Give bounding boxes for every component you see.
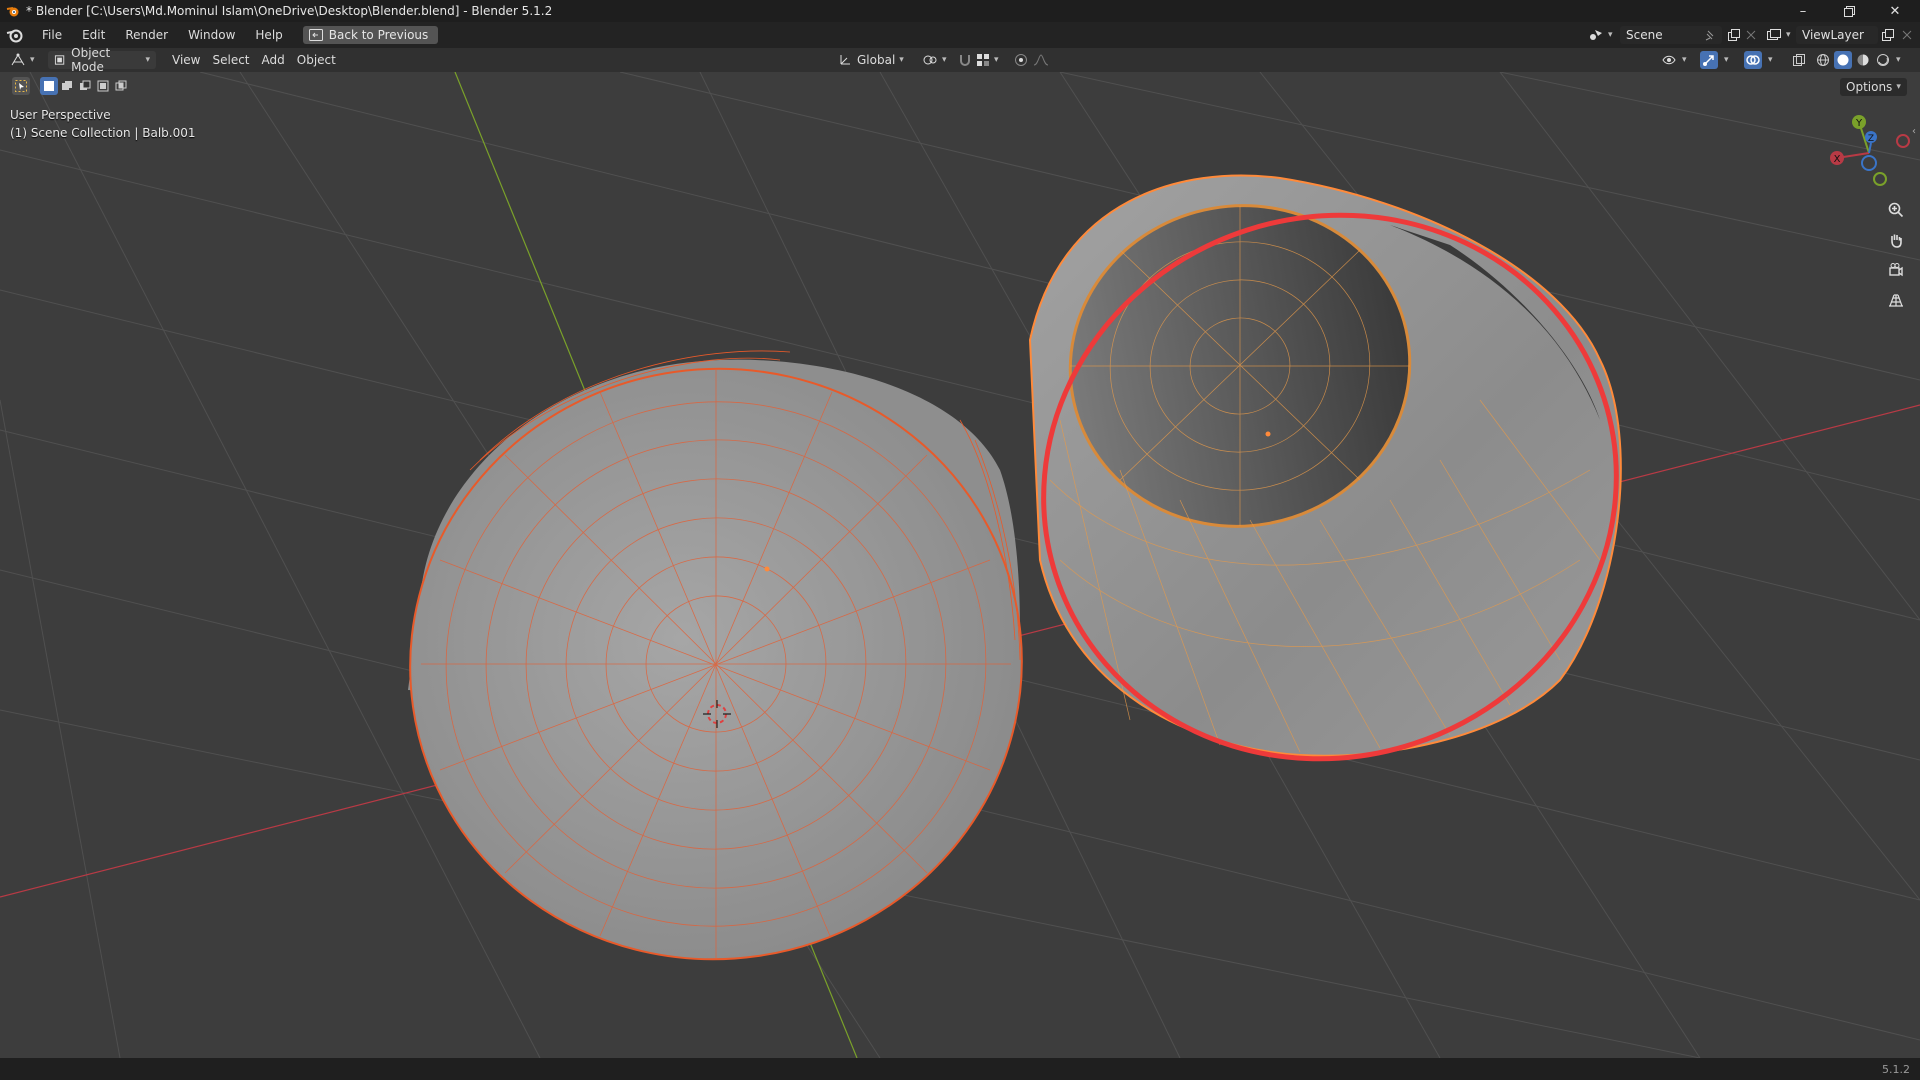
sidebar-expand-icon[interactable]: ‹ [1912, 126, 1916, 137]
status-bar: 5.1.2 [0, 1058, 1920, 1080]
3d-viewport[interactable]: User Perspective (1) Scene Collection | … [0, 72, 1920, 1058]
view-layer-field[interactable]: ViewLayer [1796, 26, 1878, 44]
version-label: 5.1.2 [1882, 1062, 1910, 1076]
proportional-editing-icon[interactable] [1012, 51, 1030, 69]
select-tool-icon[interactable] [12, 77, 30, 95]
top-menubar: File Edit Render Window Help Back to Pre… [0, 22, 1920, 48]
viewport-scene[interactable] [0, 72, 1920, 1058]
eye-cursor-icon [1662, 55, 1676, 65]
select-subtract-icon[interactable] [76, 77, 94, 95]
remove-view-layer-icon[interactable] [1898, 26, 1916, 44]
pin-icon[interactable] [1705, 30, 1716, 41]
transform-orientation-label: Global [857, 53, 896, 67]
blender-menu-logo-icon[interactable] [6, 26, 24, 44]
back-to-previous-button[interactable]: Back to Previous [302, 26, 439, 44]
scene-field[interactable]: Scene [1620, 26, 1722, 44]
new-view-layer-icon[interactable] [1878, 26, 1896, 44]
wireframe-shading-icon[interactable] [1814, 51, 1832, 69]
header-menu-view[interactable]: View [166, 51, 206, 69]
blender-logo-icon [6, 7, 19, 17]
object-mode-dropdown[interactable]: Object Mode ▾ [48, 46, 156, 74]
orientation-axes-icon [840, 55, 850, 65]
select-invert-icon[interactable] [94, 77, 112, 95]
pivot-point-icon [923, 55, 937, 65]
back-to-previous-label: Back to Previous [328, 28, 429, 42]
close-icon[interactable]: ✕ [1872, 0, 1918, 22]
material-preview-shading-icon[interactable] [1854, 51, 1872, 69]
shading-options-dropdown[interactable]: ▾ [1892, 51, 1901, 69]
restore-icon[interactable] [1826, 0, 1872, 22]
select-intersect-icon[interactable] [112, 77, 130, 95]
select-extend-icon[interactable] [58, 77, 76, 95]
menu-edit[interactable]: Edit [72, 22, 115, 48]
view-name-label: User Perspective [10, 108, 111, 122]
window-titlebar: * Blender [C:\Users\Md.Mominul Islam\One… [0, 0, 1920, 22]
pan-hand-icon[interactable] [1884, 228, 1908, 252]
gizmo-z-label: Z [1868, 134, 1874, 144]
editor-3d-viewport-icon [11, 53, 25, 66]
solid-shading-icon[interactable] [1834, 51, 1852, 69]
gizmo-toggle-icon[interactable] [1700, 51, 1718, 69]
view-layer-name: ViewLayer [1802, 28, 1864, 42]
proportional-falloff-icon[interactable] [1032, 51, 1050, 69]
minimize-icon[interactable]: – [1780, 0, 1826, 22]
snap-target-dropdown[interactable]: ▾ [976, 51, 999, 69]
scene-name: Scene [1626, 28, 1663, 42]
new-scene-icon[interactable] [1724, 26, 1742, 44]
options-label: Options [1846, 80, 1893, 94]
camera-view-icon[interactable] [1884, 258, 1908, 282]
selectability-visibility-dropdown[interactable]: ▾ [1662, 51, 1687, 69]
header-menu-object[interactable]: Object [291, 51, 342, 69]
gizmo-x-label: X [1834, 154, 1841, 165]
back-icon [308, 29, 323, 41]
transform-orientation-dropdown[interactable]: Global ▾ [838, 51, 904, 69]
editor-type-button[interactable]: ▾ [10, 51, 40, 69]
menu-help[interactable]: Help [245, 22, 292, 48]
select-new-icon[interactable] [40, 77, 58, 95]
window-title: * Blender [C:\Users\Md.Mominul Islam\One… [26, 4, 553, 18]
header-menu-add[interactable]: Add [256, 51, 291, 69]
zoom-icon[interactable] [1884, 198, 1908, 222]
header-menu-select[interactable]: Select [206, 51, 255, 69]
select-mode-toolbar [12, 76, 130, 96]
gizmo-neg-x[interactable] [1896, 134, 1910, 148]
gizmo-neg-z[interactable] [1861, 155, 1877, 171]
perspective-toggle-icon[interactable] [1884, 288, 1908, 312]
viewport-options-dropdown[interactable]: Options ▾ [1840, 78, 1907, 96]
object-mode-label: Object Mode [71, 46, 111, 74]
gizmo-options-dropdown[interactable]: ▾ [1720, 51, 1729, 69]
left-mesh-object[interactable] [372, 329, 1060, 998]
xray-toggle-icon[interactable] [1790, 51, 1808, 69]
menu-window[interactable]: Window [178, 22, 245, 48]
viewport-header: ▾ Object Mode ▾ View Select Add Object Gl… [0, 46, 1920, 74]
remove-scene-icon[interactable] [1742, 26, 1760, 44]
rendered-shading-icon[interactable] [1874, 51, 1892, 69]
overlays-options-dropdown[interactable]: ▾ [1764, 51, 1773, 69]
object-mode-icon [54, 55, 65, 65]
overlays-toggle-icon[interactable] [1744, 51, 1762, 69]
gizmo-neg-y[interactable] [1873, 172, 1887, 186]
collection-info-label: (1) Scene Collection | Balb.001 [10, 126, 196, 140]
gizmo-y-label: Y [1855, 118, 1863, 129]
view-layer-type-icon[interactable]: ▾ [1766, 26, 1794, 44]
menu-render[interactable]: Render [115, 22, 178, 48]
navigation-gizmo[interactable]: Y X Z [1826, 110, 1912, 196]
pivot-point-dropdown[interactable]: ▾ [922, 51, 947, 69]
menu-file[interactable]: File [32, 22, 72, 48]
snap-increment-icon [977, 54, 989, 66]
snap-toggle-icon[interactable] [956, 51, 974, 69]
scene-type-icon[interactable]: ▾ [1588, 26, 1616, 44]
right-mesh-object[interactable] [973, 141, 1688, 833]
